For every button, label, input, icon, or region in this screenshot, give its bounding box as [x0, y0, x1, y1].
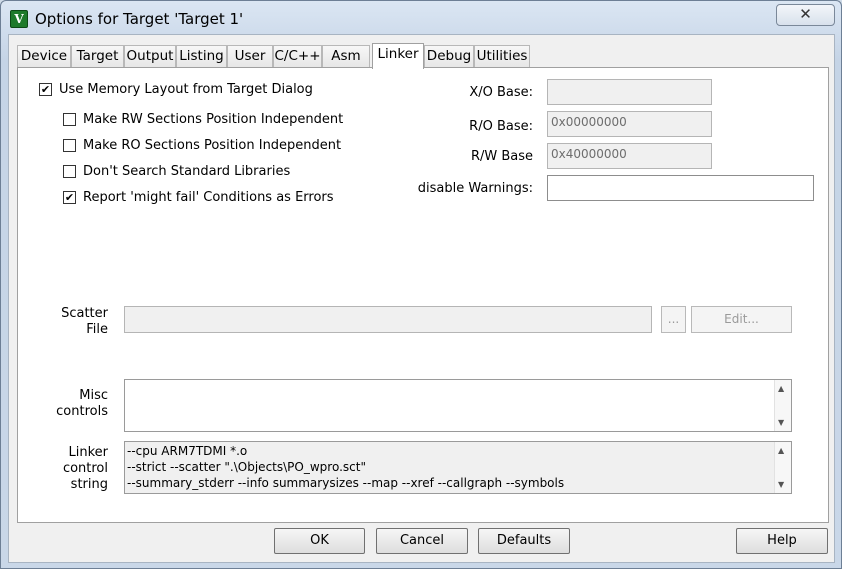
window-title: Options for Target 'Target 1': [35, 10, 244, 28]
tab-debug[interactable]: Debug: [424, 45, 474, 68]
misc-label-line1: Misc: [79, 388, 108, 403]
scatter-label-line1: Scatter: [61, 306, 108, 321]
misc-label-line2: controls: [56, 404, 108, 419]
disable-warnings-input[interactable]: [547, 175, 814, 201]
use-memory-layout-checkbox[interactable]: ✔: [39, 83, 52, 96]
scroll-down-icon[interactable]: ▼: [778, 418, 784, 427]
linker-control-text: --cpu ARM7TDMI *.o --strict --scatter ".…: [127, 443, 564, 491]
linker-label-line1: Linker: [68, 445, 108, 460]
scatter-file-field[interactable]: [124, 306, 652, 333]
scroll-up-icon[interactable]: ▲: [778, 384, 784, 393]
ro-base-label: R/O Base:: [469, 119, 533, 134]
ro-independent-label: Make RO Sections Position Independent: [83, 138, 342, 153]
cancel-button[interactable]: Cancel: [376, 528, 468, 554]
tab-utilities[interactable]: Utilities: [474, 45, 530, 68]
misc-controls-label: Misc controls: [38, 388, 108, 420]
disable-warnings-label: disable Warnings:: [417, 181, 533, 196]
linker-label-line3: string: [70, 477, 108, 492]
rw-base-field[interactable]: 0x40000000: [547, 143, 712, 169]
linker-label-line2: control: [62, 461, 108, 476]
tab-cc[interactable]: C/C++: [273, 45, 322, 68]
linker-control-label: Linker control string: [38, 445, 108, 493]
might-fail-label: Report 'might fail' Conditions as Errors: [83, 190, 334, 205]
scatter-edit-button[interactable]: Edit...: [691, 306, 792, 333]
defaults-button[interactable]: Defaults: [478, 528, 570, 554]
help-button[interactable]: Help: [736, 528, 828, 554]
misc-controls-input[interactable]: ▲ ▼: [124, 379, 792, 432]
rw-independent-label: Make RW Sections Position Independent: [83, 112, 344, 127]
misc-scrollbar[interactable]: ▲ ▼: [774, 380, 791, 431]
use-memory-layout-label: Use Memory Layout from Target Dialog: [59, 82, 313, 97]
linker-line-1: --cpu ARM7TDMI *.o: [127, 444, 248, 458]
no-std-libs-checkbox[interactable]: [63, 165, 76, 178]
tab-linker[interactable]: Linker: [372, 43, 424, 69]
options-dialog: V Options for Target 'Target 1' ✕ Device…: [0, 0, 842, 569]
tab-output[interactable]: Output: [124, 45, 176, 68]
app-icon: V: [10, 10, 28, 28]
scatter-browse-button[interactable]: ...: [661, 306, 686, 333]
linker-line-3: --summary_stderr --info summarysizes --m…: [127, 476, 565, 490]
rw-base-label: R/W Base: [470, 149, 533, 164]
xo-base-field[interactable]: [547, 79, 712, 105]
no-std-libs-label: Don't Search Standard Libraries: [83, 164, 291, 179]
scatter-label-line2: File: [86, 322, 108, 337]
tab-user[interactable]: User: [227, 45, 273, 68]
title-bar[interactable]: V Options for Target 'Target 1' ✕: [1, 1, 841, 35]
linker-scrollbar[interactable]: ▲ ▼: [774, 442, 791, 493]
linker-line-2: --strict --scatter ".\Objects\PO_wpro.sc…: [127, 460, 366, 474]
scroll-down-icon[interactable]: ▼: [778, 480, 784, 489]
tab-target[interactable]: Target: [71, 45, 124, 68]
tab-listing[interactable]: Listing: [176, 45, 227, 68]
dialog-client: Device Target Output Listing User C/C++ …: [8, 34, 835, 563]
tab-asm[interactable]: Asm: [322, 45, 370, 68]
might-fail-checkbox[interactable]: ✔: [63, 191, 76, 204]
linker-panel: ✔ Use Memory Layout from Target Dialog M…: [17, 67, 829, 523]
linker-control-string[interactable]: --cpu ARM7TDMI *.o --strict --scatter ".…: [124, 441, 792, 494]
scroll-up-icon[interactable]: ▲: [778, 446, 784, 455]
tab-device[interactable]: Device: [17, 45, 71, 68]
ro-independent-checkbox[interactable]: [63, 139, 76, 152]
rw-independent-checkbox[interactable]: [63, 113, 76, 126]
xo-base-label: X/O Base:: [469, 85, 533, 100]
close-icon: ✕: [799, 5, 812, 23]
ok-button[interactable]: OK: [274, 528, 365, 554]
close-button[interactable]: ✕: [776, 4, 835, 26]
ro-base-field[interactable]: 0x00000000: [547, 111, 712, 137]
scatter-file-label: Scatter File: [38, 306, 108, 338]
